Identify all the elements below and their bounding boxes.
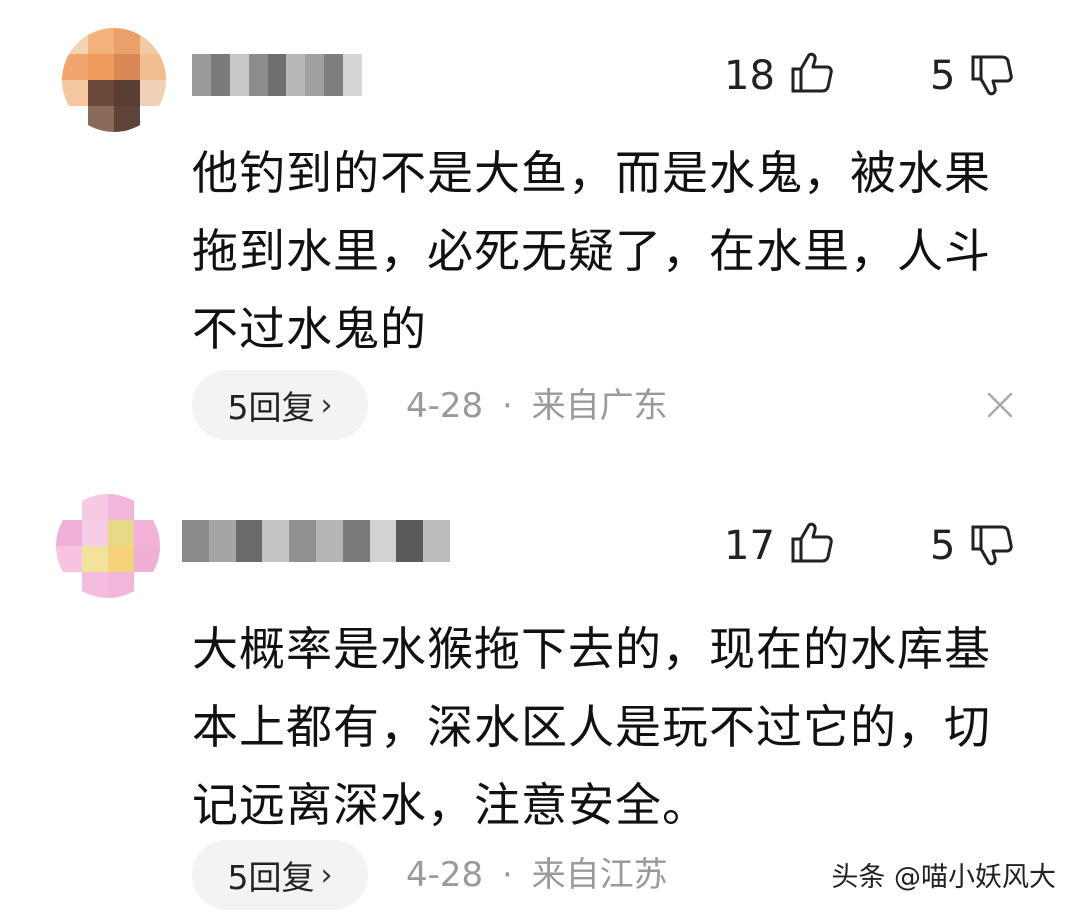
avatar-pixel xyxy=(88,28,114,54)
avatar-pixel xyxy=(134,494,160,520)
username-blurred[interactable] xyxy=(182,520,450,562)
watermark: 头条 @喵小妖风大 xyxy=(831,862,1056,893)
reply-label: 5回复 xyxy=(227,388,315,427)
username-pixel xyxy=(262,520,290,562)
username-pixel xyxy=(315,520,343,562)
avatar-pixel xyxy=(114,106,140,132)
avatar-pixel xyxy=(82,520,108,546)
username-pixel xyxy=(229,54,249,96)
avatar-pixel xyxy=(134,520,160,546)
dislike-count: 5 xyxy=(930,53,956,99)
username-pixel xyxy=(235,520,263,562)
username-pixel xyxy=(286,54,306,96)
avatar-pixel xyxy=(134,546,160,572)
thumbs-up-icon[interactable] xyxy=(790,50,834,94)
username-pixel xyxy=(182,520,209,562)
like-count: 17 xyxy=(724,523,775,569)
avatar-pixel xyxy=(108,546,134,572)
username-pixel xyxy=(267,54,287,96)
chevron-right-icon: › xyxy=(320,387,333,423)
avatar-pixel xyxy=(140,80,166,106)
avatar-pixel xyxy=(62,80,88,106)
username-pixel xyxy=(342,520,370,562)
avatar-pixel xyxy=(56,494,82,520)
avatar-pixel xyxy=(56,572,82,598)
avatar-pixel xyxy=(88,106,114,132)
close-icon[interactable] xyxy=(984,389,1016,421)
avatar-pixel xyxy=(82,494,108,520)
username-pixel xyxy=(248,54,268,96)
meta-separator: · xyxy=(501,386,513,426)
blurred-avatar-icon[interactable] xyxy=(56,494,160,598)
avatar-pixel xyxy=(56,520,82,546)
reply-button[interactable]: 5回复 › xyxy=(192,840,368,910)
avatar-pixel xyxy=(108,520,134,546)
username-pixel xyxy=(343,54,363,96)
avatar-pixel xyxy=(108,494,134,520)
avatar-pixel xyxy=(134,572,160,598)
username-pixel xyxy=(289,520,316,562)
avatar-pixel xyxy=(108,572,134,598)
chevron-right-icon: › xyxy=(320,857,333,893)
thumbs-up-icon[interactable] xyxy=(790,520,834,564)
avatar-pixel xyxy=(62,54,88,80)
username-blurred[interactable] xyxy=(192,54,363,96)
avatar-pixel xyxy=(82,572,108,598)
thumbs-down-icon[interactable] xyxy=(970,524,1014,568)
comment-date: 4-28 xyxy=(406,855,484,895)
comment-meta: 4-28 · 来自广东 xyxy=(406,389,668,423)
reply-button[interactable]: 5回复 › xyxy=(192,370,368,440)
avatar-pixel xyxy=(140,28,166,54)
like-count: 18 xyxy=(724,53,775,99)
avatar-pixel xyxy=(62,28,88,54)
avatar-pixel xyxy=(88,54,114,80)
username-pixel xyxy=(208,520,236,562)
comment-meta: 4-28 · 来自江苏 xyxy=(406,858,668,892)
blurred-avatar-icon[interactable] xyxy=(62,28,166,132)
comment-location: 来自江苏 xyxy=(531,855,668,895)
comment-location: 来自广东 xyxy=(531,386,668,426)
thumbs-down-icon[interactable] xyxy=(970,54,1014,98)
username-pixel xyxy=(324,54,344,96)
username-pixel xyxy=(192,54,211,96)
avatar-pixel xyxy=(140,106,166,132)
comment-date: 4-28 xyxy=(406,386,484,426)
meta-separator: · xyxy=(501,855,513,895)
comment-item: 18 5 他钓到的不是大鱼，而是水鬼，被水果拖到水里，必死无疑了，在水里，人斗不… xyxy=(0,0,1080,460)
comment-text: 他钓到的不是大鱼，而是水鬼，被水果拖到水里，必死无疑了，在水里，人斗不过水鬼的 xyxy=(192,146,991,356)
comment-item: 17 5 大概率是水猴拖下去的，现在的水库基本上都有，深水区人是玩不过它的，切记… xyxy=(0,470,1080,914)
username-pixel xyxy=(396,520,424,562)
dislike-count: 5 xyxy=(930,523,956,569)
avatar-pixel xyxy=(114,28,140,54)
username-pixel xyxy=(210,54,230,96)
avatar-pixel xyxy=(82,546,108,572)
username-pixel xyxy=(423,520,450,562)
avatar-pixel xyxy=(62,106,88,132)
username-pixel xyxy=(369,520,397,562)
comment-text: 大概率是水猴拖下去的，现在的水库基本上都有，深水区人是玩不过它的，切记远离深水，… xyxy=(192,622,991,832)
avatar-pixel xyxy=(56,546,82,572)
avatar-pixel xyxy=(140,54,166,80)
avatar-pixel xyxy=(114,80,140,106)
username-pixel xyxy=(305,54,325,96)
avatar-pixel xyxy=(88,80,114,106)
reply-label: 5回复 xyxy=(227,858,315,897)
avatar-pixel xyxy=(114,54,140,80)
